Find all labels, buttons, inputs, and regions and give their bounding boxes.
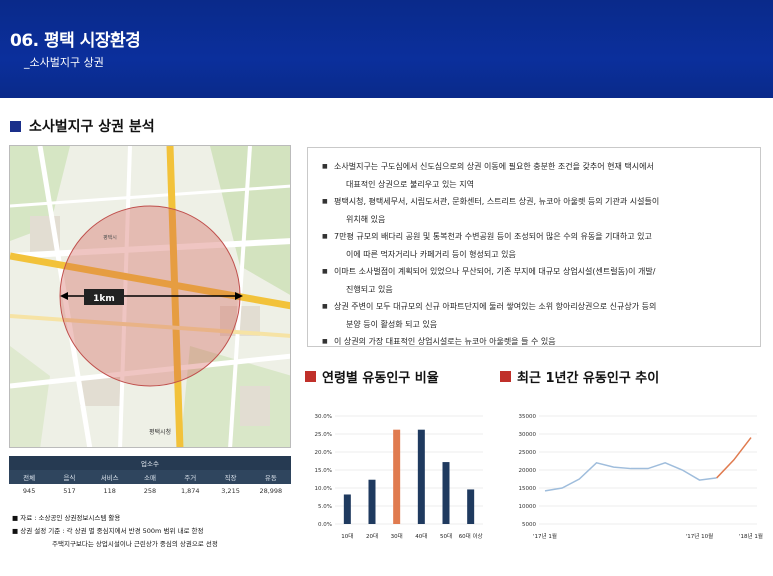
section-title: 소사벌지구 상권 분석 xyxy=(10,116,155,136)
business-count-table: 업소수 전체 음식 서비스 소매 주거 직장 유동 945 517 118 25… xyxy=(9,456,291,506)
bar-20대 xyxy=(368,479,376,524)
note-criteria: ■ 상권 설정 기준 : 각 상권 별 중심지에서 반경 500m 범위 내로 … xyxy=(12,527,204,535)
desc-item: ■ 평택시청, 평택세무서, 시립도서관, 문화센터, 스트리트 상권, 뉴코아… xyxy=(322,193,746,228)
map-radius-label: 1km xyxy=(93,294,115,304)
chart-title-square-icon xyxy=(500,371,511,382)
y-tick-label: 30.0% xyxy=(315,414,332,420)
desc-item: ■ 이마트 소사벌점이 계획되어 있었으나 무산되어, 기존 부지에 대규모 상… xyxy=(322,263,746,298)
trend-line-chart: 5000 10000 15000 20000 25000 30000 35000 '17년 1… xyxy=(505,398,765,550)
x-tick-label: 50대 xyxy=(440,532,452,540)
chart-title-square-icon xyxy=(305,371,316,382)
desc-line: 7만평 규모의 배다리 공원 및 통복천과 수변공원 등이 조성되어 많은 수의… xyxy=(334,232,652,241)
analysis-description-box: ■ 소사벌지구는 구도심에서 신도심으로의 상권 이동에 필요한 충분한 조건을… xyxy=(307,147,761,347)
x-tick-label: 60대 이상 xyxy=(459,532,483,540)
age-chart-title: 연령별 유동인구 비율 xyxy=(305,367,439,386)
age-bar-chart-svg: 0.0% 5.0% 10.0% 15.0% 20.0% 25.0% 30.0% 10대 20대 3… xyxy=(315,414,483,540)
x-tick-label: 30대 xyxy=(391,532,403,540)
table-header-cell: 주거 xyxy=(184,474,197,482)
table-row: 945 517 118 258 1,874 3,215 28,998 xyxy=(9,484,291,498)
table-header-cell: 직장 xyxy=(224,474,237,482)
bullet-icon: ■ xyxy=(322,233,328,240)
y-tick-label: 10.0% xyxy=(315,486,332,492)
y-tick-label: 20.0% xyxy=(315,450,332,456)
x-tick-label: '17년 10월 xyxy=(686,532,713,540)
table-cell: 118 xyxy=(103,487,116,495)
table-cell: 1,874 xyxy=(180,487,200,495)
trend-chart-title: 최근 1년간 유동인구 추이 xyxy=(500,367,659,386)
map-graphic: 1km 평택시청 평택시 xyxy=(10,146,290,447)
y-tick-label: 15000 xyxy=(519,486,537,492)
table-cell: 945 xyxy=(22,487,36,495)
table-header-cell: 서비스 xyxy=(100,474,119,482)
desc-item: ■ 7만평 규모의 배다리 공원 및 통복천과 수변공원 등이 조성되어 많은 … xyxy=(322,228,746,263)
x-tick-label: 10대 xyxy=(341,532,353,540)
desc-line: 대표적인 상권으로 불리우고 있는 지역 xyxy=(346,179,474,189)
table-cell: 3,215 xyxy=(221,487,240,495)
desc-line: 진행되고 있음 xyxy=(346,284,393,294)
table-header-cell: 유동 xyxy=(264,474,277,482)
table-cell: 28,998 xyxy=(259,487,283,495)
y-tick-label: 5.0% xyxy=(318,504,332,510)
x-tick-label: '17년 1월 xyxy=(533,532,557,540)
table-cell: 517 xyxy=(63,487,76,495)
y-tick-label: 15.0% xyxy=(315,468,332,474)
page-subtitle: _소사벌지구 상권 xyxy=(24,56,104,69)
trade-area-map: 1km 평택시청 평택시 xyxy=(9,145,291,448)
map-label-city-hall: 평택시청 xyxy=(149,428,171,436)
bullet-icon: ■ xyxy=(322,303,328,310)
table-header-row: 전체 음식 서비스 소매 주거 직장 유동 xyxy=(9,470,291,484)
desc-line: 상권 주변이 모두 대규모의 신규 아파트단지에 둘러 쌓여있는 소위 항아리상… xyxy=(334,302,657,311)
y-tick-label: 30000 xyxy=(519,432,537,438)
table-title: 업소수 xyxy=(9,456,291,470)
desc-line: 이에 따른 먹자거리나 카페거리 등이 형성되고 있음 xyxy=(346,249,516,259)
bullet-icon: ■ xyxy=(322,268,328,275)
desc-item: ■ 이 상권의 가장 대표적인 상업시설로는 뉴코아 아울렛을 들 수 있음 xyxy=(322,333,746,351)
bullet-icon: ■ xyxy=(322,198,328,205)
y-tick-label: 35000 xyxy=(519,414,537,420)
table-header-cell: 전체 xyxy=(23,474,36,482)
bullet-icon: ■ xyxy=(322,338,328,345)
header-banner: 06. 평택 시장환경 _소사벌지구 상권 xyxy=(0,0,773,98)
desc-item: ■ 소사벌지구는 구도심에서 신도심으로의 상권 이동에 필요한 충분한 조건을… xyxy=(322,158,746,193)
map-label-city: 평택시 xyxy=(103,234,117,241)
age-chart-title-text: 연령별 유동인구 비율 xyxy=(322,371,439,386)
bullet-icon: ■ xyxy=(322,163,328,170)
desc-line: 이마트 소사벌점이 계획되어 있었으나 무산되어, 기존 부지에 대규모 상업시… xyxy=(334,267,656,276)
y-tick-label: 0.0% xyxy=(318,522,332,528)
bar-40대 xyxy=(417,429,425,524)
source-notes: ■ 자료 : 소상공인 상권정보시스템 활용 ■ 상권 설정 기준 : 각 상권… xyxy=(12,512,218,551)
note-source: ■ 자료 : 소상공인 상권정보시스템 활용 xyxy=(12,514,121,522)
y-tick-label: 10000 xyxy=(519,504,537,510)
desc-line: 위치해 있음 xyxy=(346,214,386,224)
desc-line: 소사벌지구는 구도심에서 신도심으로의 상권 이동에 필요한 충분한 조건을 갖… xyxy=(334,162,654,171)
trend-line-chart-svg: 5000 10000 15000 20000 25000 30000 35000 '17년 1… xyxy=(519,414,763,540)
y-tick-label: 25000 xyxy=(519,450,537,456)
bar-30대 xyxy=(393,429,401,524)
x-tick-label: '18년 1월 xyxy=(739,532,763,540)
desc-item: ■ 상권 주변이 모두 대규모의 신규 아파트단지에 둘러 쌓여있는 소위 항아… xyxy=(322,298,746,333)
y-tick-label: 25.0% xyxy=(315,432,332,438)
bar-60대 이상 xyxy=(467,489,475,524)
section-square-icon xyxy=(10,120,21,132)
note-criteria-cont: 주택지구보다는 상업시설이나 근린상가 중심의 상권으로 선정 xyxy=(52,540,218,548)
bar-10대 xyxy=(343,494,351,524)
desc-line: 이 상권의 가장 대표적인 상업시설로는 뉴코아 아울렛을 들 수 있음 xyxy=(334,337,556,346)
bar-50대 xyxy=(442,462,450,524)
table-header-cell: 음식 xyxy=(63,474,76,482)
trend-chart-title-text: 최근 1년간 유동인구 추이 xyxy=(517,371,660,386)
x-tick-label: 40대 xyxy=(415,532,427,540)
section-title-text: 소사벌지구 상권 분석 xyxy=(29,119,155,135)
desc-list: ■ 소사벌지구는 구도심에서 신도심으로의 상권 이동에 필요한 충분한 조건을… xyxy=(322,158,746,351)
table-cell: 258 xyxy=(143,487,157,495)
age-bar-chart: 0.0% 5.0% 10.0% 15.0% 20.0% 25.0% 30.0% 10대 20대 3… xyxy=(305,398,487,550)
table-header-cell: 소매 xyxy=(144,474,156,482)
y-tick-label: 20000 xyxy=(519,468,537,474)
trend-line-highlight xyxy=(716,437,752,479)
x-tick-label: 20대 xyxy=(366,532,378,540)
desc-line: 분양 등이 활성화 되고 있음 xyxy=(346,319,438,329)
page-title: 06. 평택 시장환경 xyxy=(10,31,141,51)
desc-line: 평택시청, 평택세무서, 시립도서관, 문화센터, 스트리트 상권, 뉴코아 아… xyxy=(334,197,660,206)
trend-line-series xyxy=(544,461,717,492)
y-tick-label: 5000 xyxy=(522,522,536,528)
